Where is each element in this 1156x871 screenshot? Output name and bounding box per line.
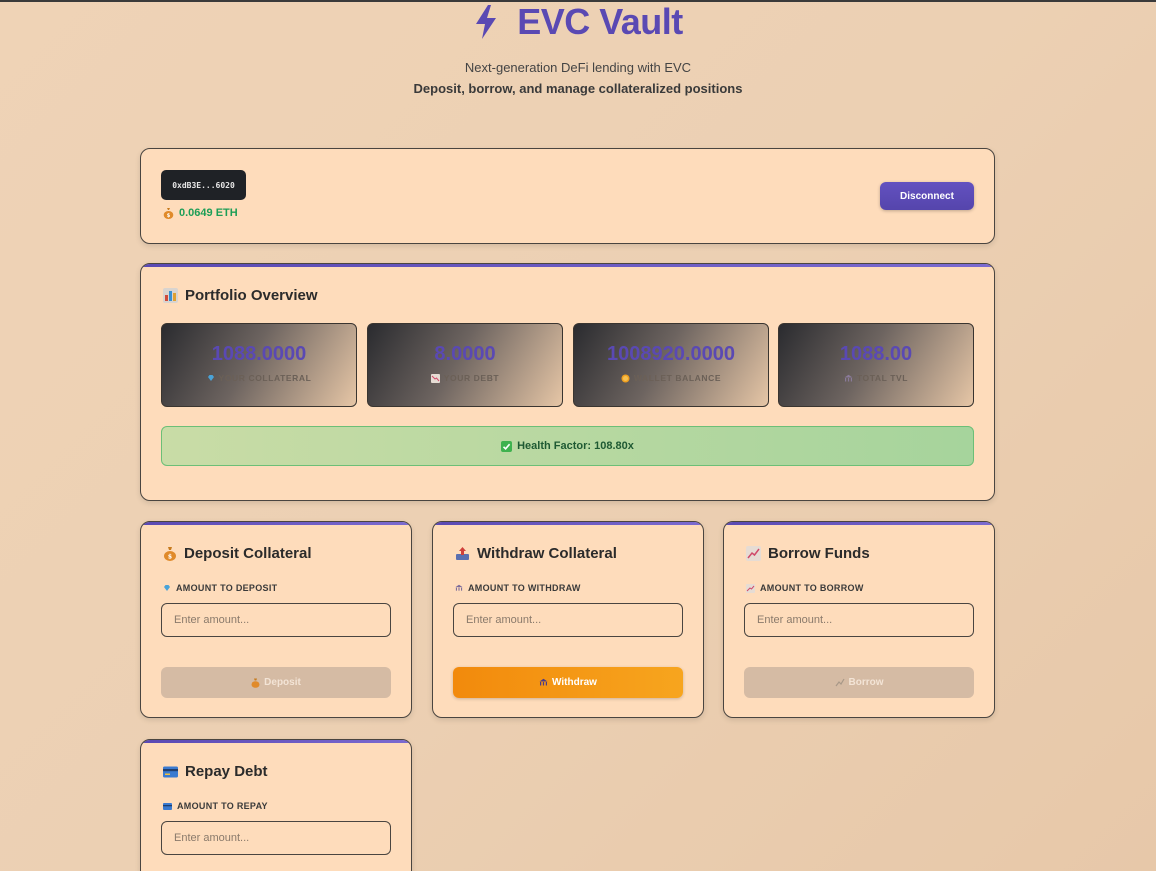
borrow-amount-input[interactable] — [744, 603, 974, 637]
borrow-funds-card: Borrow Funds AMOUNT TO BORROW Borrow — [723, 521, 995, 718]
withdraw-collateral-card: Withdraw Collateral AMOUNT TO WITHDRAW W… — [432, 521, 704, 718]
gem-icon — [207, 375, 214, 381]
bar-chart-icon — [163, 288, 178, 303]
coin-icon — [621, 374, 630, 382]
stat-value: 1088.00 — [839, 343, 913, 365]
repay-debt-card: Repay Debt AMOUNT TO REPAY — [140, 739, 412, 871]
portfolio-overview-card: Portfolio Overview 1088.0000 YOUR COLLAT… — [140, 263, 995, 501]
lightning-bolt-icon — [476, 5, 497, 39]
repay-heading: Repay Debt — [163, 763, 268, 780]
stat-total-tvl: 1088.00 TOTAL TVL — [778, 323, 974, 407]
repay-amount-label: AMOUNT TO REPAY — [163, 801, 268, 811]
check-mark-icon — [501, 440, 513, 452]
deposit-collateral-card: $ Deposit Collateral AMOUNT TO DEPOSIT D… — [140, 521, 412, 718]
deposit-button[interactable]: Deposit — [161, 667, 391, 698]
health-factor-banner: Health Factor: 108.80x — [161, 426, 974, 466]
app-title: EVC Vault — [517, 1, 683, 42]
money-bag-icon: $ — [164, 547, 176, 561]
title-row: EVC Vault — [0, 1, 1156, 42]
deposit-amount-label: AMOUNT TO DEPOSIT — [163, 583, 277, 593]
chart-increasing-icon — [746, 583, 755, 593]
portfolio-title: Portfolio Overview — [185, 287, 318, 304]
stat-debt: 8.0000 YOUR DEBT — [367, 323, 563, 407]
bank-icon — [844, 374, 853, 381]
svg-text:$: $ — [167, 213, 171, 219]
stat-value: 8.0000 — [434, 343, 496, 365]
borrow-button[interactable]: Borrow — [744, 667, 974, 698]
bank-icon — [539, 678, 548, 686]
gem-icon — [164, 585, 170, 591]
app-subtitle: Next-generation DeFi lending with EVC — [464, 60, 692, 75]
wallet-balance-row: $ 0.0649 ETH — [163, 207, 238, 219]
deposit-amount-input[interactable] — [161, 603, 391, 637]
stat-label: WALLET BALANCE — [574, 373, 768, 383]
withdraw-heading: Withdraw Collateral — [455, 545, 617, 562]
stat-wallet-balance: 1008920.0000 WALLET BALANCE — [573, 323, 769, 407]
health-factor-text: Health Factor: 108.80x — [517, 440, 634, 452]
wallet-card: 0xdB3E...6020 $ 0.0649 ETH Disconnect — [140, 148, 995, 244]
chart-increasing-icon — [835, 678, 845, 687]
stat-value: 1008920.0000 — [607, 343, 735, 365]
app-header: EVC Vault Next-generation DeFi lending w… — [0, 0, 1156, 96]
stat-label: YOUR COLLATERAL — [162, 373, 356, 383]
portfolio-heading: Portfolio Overview — [163, 287, 318, 304]
disconnect-button[interactable]: Disconnect — [880, 182, 974, 210]
withdraw-amount-label: AMOUNT TO WITHDRAW — [455, 583, 581, 593]
bank-icon — [455, 584, 463, 591]
stat-label: TOTAL TVL — [779, 373, 973, 383]
svg-text:$: $ — [168, 554, 172, 561]
chart-increasing-icon — [746, 546, 761, 561]
withdraw-amount-input[interactable] — [453, 603, 683, 637]
repay-amount-input[interactable] — [161, 821, 391, 855]
deposit-heading: $ Deposit Collateral — [163, 545, 312, 562]
stat-label: YOUR DEBT — [368, 373, 562, 383]
stat-collateral: 1088.0000 YOUR COLLATERAL — [161, 323, 357, 407]
wallet-address[interactable]: 0xdB3E...6020 — [161, 170, 246, 200]
money-bag-icon — [251, 678, 260, 688]
borrow-heading: Borrow Funds — [746, 545, 870, 562]
wallet-balance: 0.0649 ETH — [179, 207, 238, 219]
outbox-icon — [456, 547, 469, 560]
credit-card-icon — [163, 766, 178, 777]
borrow-amount-label: AMOUNT TO BORROW — [746, 583, 864, 593]
credit-card-icon — [163, 802, 172, 810]
app-tagline: Deposit, borrow, and manage collateraliz… — [413, 81, 743, 96]
money-bag-icon: $ — [163, 208, 174, 219]
withdraw-button[interactable]: Withdraw — [453, 667, 683, 698]
stat-value: 1088.0000 — [211, 343, 307, 365]
chart-decreasing-icon — [430, 373, 440, 383]
